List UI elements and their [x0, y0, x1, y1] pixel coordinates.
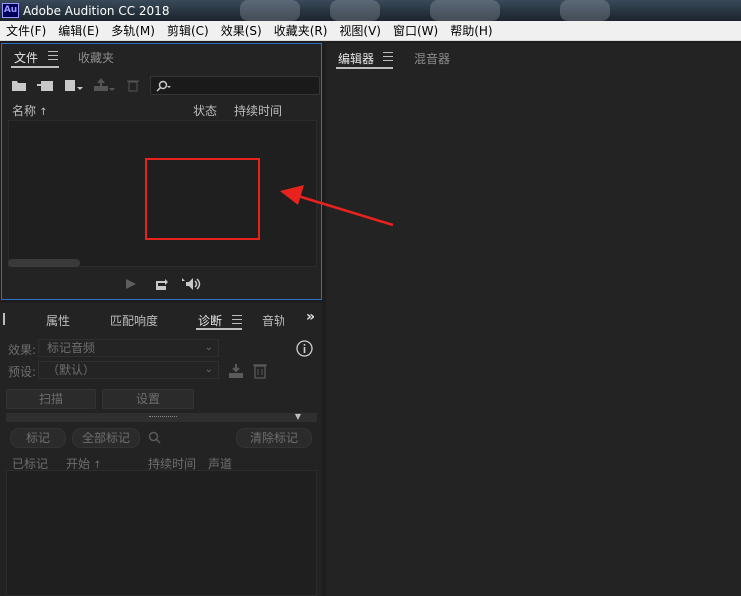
search-field[interactable] — [150, 76, 320, 95]
effect-value: 标记音频 — [47, 341, 96, 355]
import-icon[interactable] — [37, 78, 55, 92]
panel-menu-icon[interactable] — [232, 315, 242, 327]
menu-window[interactable]: 窗口(W) — [387, 21, 444, 41]
chevron-down-icon: ⌄ — [204, 342, 213, 353]
title-bar: Au Adobe Audition CC 2018 — [0, 0, 741, 21]
column-duration-header[interactable]: 持续时间 — [234, 102, 282, 119]
auto-play-speaker-icon[interactable] — [181, 277, 203, 291]
mark-button[interactable]: 标记 — [10, 428, 66, 448]
background-blur — [240, 0, 300, 21]
tab-mixer[interactable]: 混音器 — [414, 50, 450, 67]
background-blur — [330, 0, 380, 21]
clear-marks-button[interactable]: 清除标记 — [236, 428, 312, 448]
effect-dropdown[interactable]: 标记音频 ⌄ — [38, 339, 219, 357]
mark-all-button[interactable]: 全部标记 — [72, 428, 140, 448]
chevron-down-icon: ⌄ — [204, 364, 213, 375]
tab-favorites[interactable]: 收藏夹 — [78, 49, 114, 66]
panel-menu-icon[interactable] — [383, 52, 393, 64]
menu-effects[interactable]: 效果(S) — [215, 21, 268, 41]
sort-up-icon: ↑ — [36, 107, 48, 118]
menu-bar: 文件(F) 编辑(E) 多轨(M) 剪辑(C) 效果(S) 收藏夹(R) 视图(… — [0, 21, 741, 41]
menu-help[interactable]: 帮助(H) — [444, 21, 498, 41]
horizontal-scrollbar[interactable] — [8, 259, 80, 267]
search-input[interactable] — [151, 77, 319, 94]
search-icon[interactable] — [148, 431, 162, 445]
column-start-label: 开始 — [66, 457, 91, 471]
save-preset-icon[interactable] — [228, 363, 244, 379]
tab-properties[interactable]: 属性 — [46, 312, 70, 329]
resize-grip-icon — [149, 416, 177, 418]
diagnostics-results-list[interactable] — [6, 470, 317, 596]
preset-dropdown[interactable]: （默认） ⌄ — [38, 361, 219, 379]
menu-clip[interactable]: 剪辑(C) — [161, 21, 215, 41]
app-icon: Au — [2, 3, 19, 18]
delete-preset-icon[interactable] — [253, 362, 267, 379]
editor-panel: 编辑器 混音器 — [326, 43, 741, 596]
preset-value: （默认） — [47, 363, 96, 377]
tab-files[interactable]: 文件 — [14, 49, 38, 66]
menu-favorites[interactable]: 收藏夹(R) — [268, 21, 334, 41]
menu-edit[interactable]: 编辑(E) — [52, 21, 105, 41]
highlight-box — [145, 158, 260, 240]
results-divider[interactable]: ▼ — [6, 412, 317, 422]
tab-overflow-marker — [3, 313, 5, 325]
search-icon — [156, 80, 171, 92]
more-tabs-icon[interactable]: » — [306, 309, 315, 325]
tab-diagnostics[interactable]: 诊断 — [198, 312, 222, 329]
active-tab-underline — [11, 66, 59, 68]
menu-file[interactable]: 文件(F) — [0, 21, 52, 41]
settings-button[interactable]: 设置 — [102, 389, 194, 409]
background-blur — [430, 0, 500, 21]
files-panel-tabs: 文件 收藏夹 — [2, 44, 321, 70]
tab-match-loudness[interactable]: 匹配响度 — [110, 312, 158, 329]
preset-label: 预设: — [8, 365, 37, 379]
info-icon[interactable] — [296, 340, 313, 357]
menu-view[interactable]: 视图(V) — [333, 21, 387, 41]
new-file-icon[interactable] — [64, 78, 84, 92]
scan-button[interactable]: 扫描 — [6, 389, 96, 409]
open-folder-icon[interactable] — [11, 78, 27, 92]
column-name-label: 名称 — [12, 104, 37, 118]
window-title: Adobe Audition CC 2018 — [23, 3, 170, 18]
export-icon[interactable] — [93, 78, 115, 92]
tab-editor[interactable]: 编辑器 — [338, 50, 374, 67]
effect-label: 效果: — [8, 343, 37, 357]
column-status-header[interactable]: 状态 — [193, 102, 217, 119]
tab-track[interactable]: 音轨 — [262, 312, 284, 329]
menu-multitrack[interactable]: 多轨(M) — [105, 21, 161, 41]
background-blur — [560, 0, 610, 21]
annotation-arrow — [280, 185, 394, 227]
active-tab-underline — [196, 328, 242, 330]
trash-icon[interactable] — [126, 78, 140, 92]
diagnostics-panel: 属性 匹配响度 诊断 音轨 » 效果: 标记音频 ⌄ 预设: （默认） ⌄ 扫描… — [0, 303, 322, 596]
play-icon[interactable] — [125, 278, 137, 290]
collapse-arrow-icon[interactable]: ▼ — [295, 412, 301, 421]
column-name-header[interactable]: 名称 ↑ — [12, 102, 48, 119]
active-tab-underline — [336, 67, 393, 69]
loop-icon[interactable] — [154, 277, 170, 291]
panel-menu-icon[interactable] — [48, 51, 58, 63]
